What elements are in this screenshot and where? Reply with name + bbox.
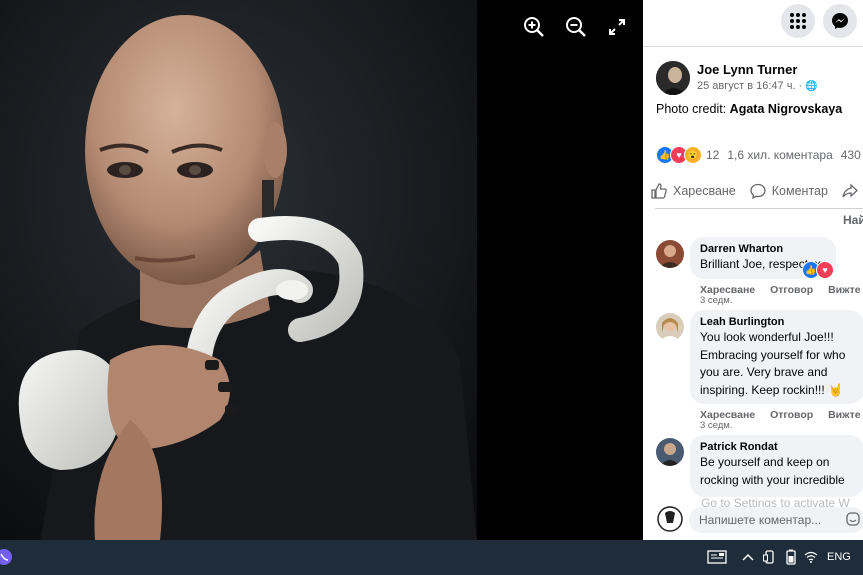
comment-icon: [750, 183, 766, 199]
actions-divider: [655, 208, 863, 209]
photo-viewer: [0, 0, 643, 540]
comment-reactions[interactable]: 👍 ♥: [802, 261, 834, 279]
comment-bubble: Leah Burlington You look wonderful Joe!!…: [690, 310, 863, 404]
current-user-avatar[interactable]: [656, 505, 684, 533]
post-photo: [0, 0, 477, 540]
post-actions: Харесване Коментар: [643, 178, 863, 204]
viber-taskbar-icon[interactable]: [0, 548, 14, 566]
menu-button[interactable]: [781, 4, 815, 38]
grid-menu-icon: [790, 13, 806, 29]
like-button[interactable]: Харесване: [651, 183, 736, 199]
comment-translate-link[interactable]: Вижте п: [828, 284, 863, 296]
emoji-sticker-icon[interactable]: [846, 512, 860, 531]
share-icon: [842, 183, 858, 198]
share-count[interactable]: 430: [841, 148, 861, 162]
zoom-out-button[interactable]: [563, 14, 589, 40]
post-author[interactable]: Joe Lynn Turner: [697, 62, 797, 77]
windows-taskbar: [0, 540, 863, 575]
messenger-button[interactable]: [823, 4, 857, 38]
commenter-avatar[interactable]: [656, 240, 684, 268]
news-widget-icon[interactable]: [706, 548, 728, 566]
post-side-panel: Joe Lynn Turner 25 август в 16:47 ч. · 🌐…: [643, 0, 863, 540]
comment-bubble: Patrick Rondat Be yourself and keep on r…: [690, 435, 863, 497]
reaction-count[interactable]: 12: [706, 148, 719, 162]
comment-count[interactable]: 1,6 хил. коментара: [727, 148, 832, 162]
messenger-icon: [832, 13, 848, 29]
comment-text: Be yourself and keep on rocking with you…: [700, 455, 845, 487]
comment-reply-link[interactable]: Отговор: [770, 284, 813, 296]
caption-prefix: Photo credit:: [656, 102, 727, 116]
comment-time[interactable]: 3 седм.: [700, 420, 732, 431]
input-language-indicator[interactable]: ENG: [827, 551, 851, 563]
like-label: Харесване: [673, 184, 736, 198]
globe-icon: 🌐: [805, 81, 818, 92]
post-caption: Photo credit: Agata Nigrovskaya: [656, 102, 842, 116]
thumbs-up-icon: [651, 183, 667, 199]
phone-link-icon[interactable]: [762, 548, 776, 566]
comment-button[interactable]: Коментар: [750, 183, 828, 199]
commenter-name[interactable]: Darren Wharton: [700, 243, 826, 255]
caption-credit-name[interactable]: Agata Nigrovskaya: [730, 102, 843, 116]
comment-reply-link[interactable]: Отговор: [770, 409, 813, 421]
comment-label: Коментар: [771, 184, 828, 198]
comment-time[interactable]: 3 седм.: [700, 295, 732, 306]
comment-text: You look wonderful Joe!!! Embracing your…: [700, 330, 846, 397]
love-reaction-icon: ♥: [816, 261, 834, 279]
wow-reaction-icon: 😮: [684, 146, 702, 164]
zoom-in-button[interactable]: [521, 14, 547, 40]
panel-topbar: [643, 0, 863, 47]
share-button[interactable]: [842, 183, 863, 199]
reactions-bar: 👍 ♥ 😮 12 1,6 хил. коментара 430: [656, 146, 861, 164]
battery-icon[interactable]: [783, 548, 799, 566]
comment-sort-dropdown[interactable]: Най: [843, 213, 863, 227]
zoom-out-icon: [566, 17, 586, 37]
show-hidden-icons-chevron-icon[interactable]: [741, 548, 755, 566]
post-date-text[interactable]: 25 август в 16:47 ч. ·: [697, 80, 802, 92]
commenter-name[interactable]: Patrick Rondat: [700, 441, 854, 453]
zoom-in-icon: [524, 17, 544, 37]
commenter-avatar[interactable]: [656, 313, 684, 341]
author-avatar[interactable]: [656, 61, 690, 95]
comment-input[interactable]: Напишете коментар...: [689, 507, 863, 533]
post-date[interactable]: 25 август в 16:47 ч. · 🌐: [697, 80, 818, 92]
commenter-avatar[interactable]: [656, 438, 684, 466]
fullscreen-button[interactable]: [604, 14, 630, 40]
fullscreen-icon: [609, 19, 625, 35]
comment-translate-link[interactable]: Вижте п: [828, 409, 863, 421]
commenter-name[interactable]: Leah Burlington: [700, 316, 854, 328]
wifi-icon[interactable]: [803, 548, 819, 566]
